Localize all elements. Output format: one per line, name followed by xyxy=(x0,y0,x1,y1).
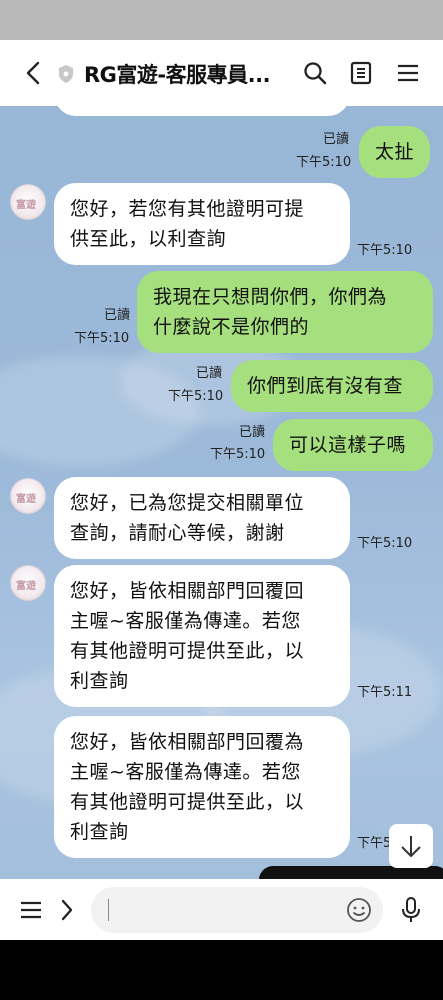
message-time: 下午5:10 xyxy=(168,389,224,404)
message-text: 你們到底有沒有查 xyxy=(247,375,404,397)
message-text: 您好，若您有其他證明可提 xyxy=(70,198,305,220)
message-bubble-out[interactable]: 你們到底有沒有查 xyxy=(231,360,433,412)
message-time: 下午5:10 xyxy=(210,447,266,462)
emoji-button[interactable] xyxy=(346,897,372,923)
message-bubble-partial[interactable] xyxy=(54,106,350,116)
microphone-icon xyxy=(402,897,420,922)
message-text: 什麼說不是你們的 xyxy=(153,316,310,338)
chat-title[interactable]: RG富遊-客服專員... xyxy=(84,59,294,89)
message-time: 下午5:10 xyxy=(296,155,352,170)
expand-button[interactable] xyxy=(56,897,78,923)
text-cursor xyxy=(108,899,109,921)
read-receipt: 已讀 xyxy=(104,308,131,323)
chevron-left-icon xyxy=(26,61,40,85)
message-text: 主喔~客服僅為傳達。若您 xyxy=(70,761,301,783)
message-text: 有其他證明可提供至此，以 xyxy=(70,791,305,813)
avatar-text: 富遊 xyxy=(16,494,36,505)
more-menu-button[interactable] xyxy=(18,897,44,923)
avatar-text: 富遊 xyxy=(16,200,36,211)
search-button[interactable] xyxy=(302,60,328,86)
voice-button[interactable] xyxy=(398,895,424,925)
menu-icon xyxy=(21,901,41,919)
message-input[interactable] xyxy=(91,887,383,933)
system-nav-area xyxy=(0,940,443,1000)
message-time: 下午5:10 xyxy=(357,536,413,551)
message-text: 您好，皆依相關部門回覆為 xyxy=(70,731,305,753)
message-time: 下午5:10 xyxy=(357,243,413,258)
message-text: 供至此，以利查詢 xyxy=(70,228,227,250)
message-text: 利查詢 xyxy=(70,670,129,692)
message-time: 下午5:10 xyxy=(74,331,130,346)
message-text: 查詢，請耐心等候，謝謝 xyxy=(70,522,285,544)
scroll-to-bottom-button[interactable] xyxy=(389,824,433,868)
notes-button[interactable] xyxy=(348,60,374,86)
shield-icon xyxy=(59,65,73,83)
avatar[interactable]: 富遊 xyxy=(10,565,46,601)
avatar[interactable]: 富遊 xyxy=(10,478,46,514)
status-bar xyxy=(0,0,443,40)
message-bubble-in[interactable]: 您好，皆依相關部門回覆回 主喔~客服僅為傳達。若您 有其他證明可提供至此，以 利… xyxy=(54,565,350,707)
search-icon xyxy=(304,62,327,85)
message-time: 下午5 xyxy=(357,836,392,851)
message-text: 我現在只想問你們，你們為 xyxy=(153,286,388,308)
avatar[interactable]: 富遊 xyxy=(10,184,46,220)
menu-button[interactable] xyxy=(395,60,421,86)
menu-icon xyxy=(398,64,418,82)
message-text: 有其他證明可提供至此，以 xyxy=(70,640,305,662)
notes-icon xyxy=(350,61,372,85)
message-text: 利查詢 xyxy=(70,821,129,843)
smiley-icon xyxy=(347,898,371,922)
read-receipt: 已讀 xyxy=(323,132,350,147)
chat-area[interactable]: 已讀 下午5:10 太扯 富遊 您好，若您有其他證明可提 供至此，以利查詢 下午… xyxy=(0,106,443,879)
arrow-down-icon xyxy=(401,836,421,857)
read-receipt: 已讀 xyxy=(239,425,266,440)
back-button[interactable] xyxy=(20,60,46,86)
chat-header: RG富遊-客服專員... xyxy=(0,40,443,106)
message-bubble-out[interactable]: 我現在只想問你們，你們為 什麼說不是你們的 xyxy=(137,271,433,353)
message-bubble-out[interactable]: 可以這樣子嗎 xyxy=(273,419,433,471)
read-receipt: 已讀 xyxy=(196,366,223,381)
message-text: 您好，已為您提交相關單位 xyxy=(70,492,305,514)
message-time: 下午5:11 xyxy=(357,685,413,700)
message-text: 太扯 xyxy=(375,141,415,163)
message-bubble-out[interactable]: 太扯 xyxy=(359,126,431,178)
avatar-text: 富遊 xyxy=(16,581,36,592)
message-bubble-in[interactable]: 您好，若您有其他證明可提 供至此，以利查詢 xyxy=(54,183,350,265)
chevron-right-icon xyxy=(61,899,73,921)
message-text: 可以這樣子嗎 xyxy=(289,434,407,456)
input-bar xyxy=(0,879,443,940)
message-text: 您好，皆依相關部門回覆回 xyxy=(70,580,305,602)
message-text: 主喔~客服僅為傳達。若您 xyxy=(70,610,301,632)
message-bubble-in[interactable]: 您好，已為您提交相關單位 查詢，請耐心等候，謝謝 xyxy=(54,477,350,559)
message-bubble-in[interactable]: 您好，皆依相關部門回覆為 主喔~客服僅為傳達。若您 有其他證明可提供至此，以 利… xyxy=(54,716,350,858)
